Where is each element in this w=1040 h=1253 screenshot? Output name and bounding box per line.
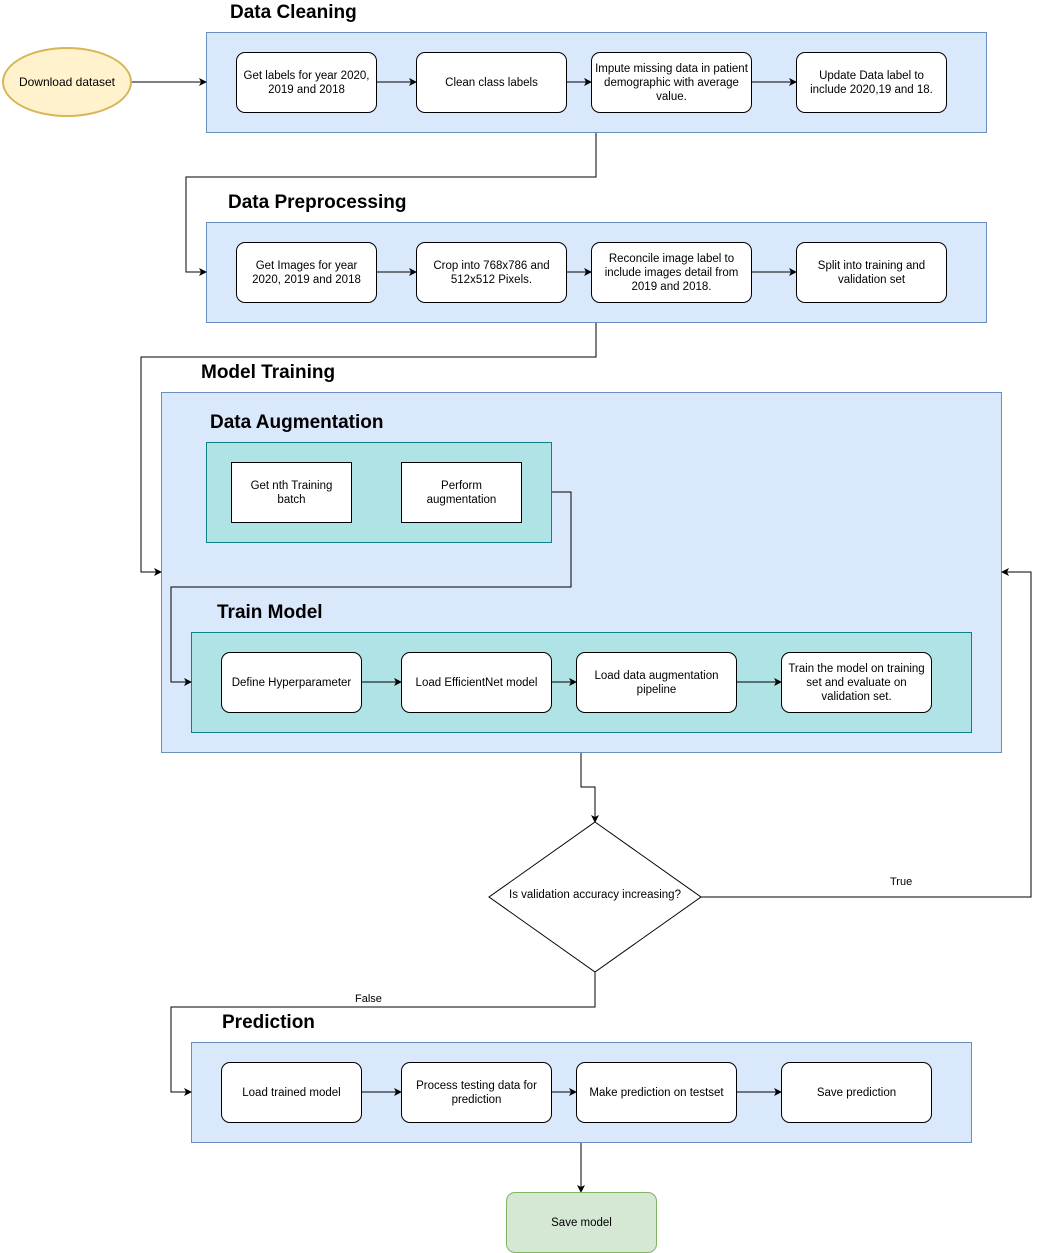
train-model-title: Train Model bbox=[217, 602, 323, 623]
prediction-title: Prediction bbox=[222, 1012, 315, 1033]
prediction-step-2: Process testing data for prediction bbox=[401, 1062, 552, 1123]
preprocessing-step-2: Crop into 768x786 and 512x512 Pixels. bbox=[416, 242, 567, 303]
prediction-step-3: Make prediction on testset bbox=[576, 1062, 737, 1123]
preprocessing-step-1: Get Images for year 2020, 2019 and 2018 bbox=[236, 242, 377, 303]
train-step-3: Load data augmentation pipeline bbox=[576, 652, 737, 713]
true-edge-label: True bbox=[890, 876, 913, 888]
data-preprocessing-title: Data Preprocessing bbox=[228, 192, 407, 213]
save-model-node: Save model bbox=[506, 1192, 657, 1253]
cleaning-step-3: Impute missing data in patient demograph… bbox=[591, 52, 752, 113]
false-edge-label: False bbox=[355, 993, 382, 1005]
decision-label: Is validation accuracy increasing? bbox=[509, 889, 681, 901]
data-augmentation-title: Data Augmentation bbox=[210, 412, 384, 433]
augmentation-step-1: Get nth Training batch bbox=[231, 462, 352, 523]
preprocessing-step-3: Reconcile image label to include images … bbox=[591, 242, 752, 303]
train-step-4: Train the model on training set and eval… bbox=[781, 652, 932, 713]
train-step-2: Load EfficientNet model bbox=[401, 652, 552, 713]
prediction-step-4: Save prediction bbox=[781, 1062, 932, 1123]
model-training-title: Model Training bbox=[201, 362, 336, 383]
cleaning-step-2: Clean class labels bbox=[416, 52, 567, 113]
preprocessing-step-4: Split into training and validation set bbox=[796, 242, 947, 303]
augmentation-step-2: Perform augmentation bbox=[401, 462, 522, 523]
train-step-1: Define Hyperparameter bbox=[221, 652, 362, 713]
download-dataset-node: Download dataset bbox=[2, 47, 132, 117]
prediction-step-1: Load trained model bbox=[221, 1062, 362, 1123]
cleaning-step-4: Update Data label to include 2020,19 and… bbox=[796, 52, 947, 113]
cleaning-step-1: Get labels for year 2020, 2019 and 2018 bbox=[236, 52, 377, 113]
data-cleaning-title: Data Cleaning bbox=[230, 2, 357, 23]
